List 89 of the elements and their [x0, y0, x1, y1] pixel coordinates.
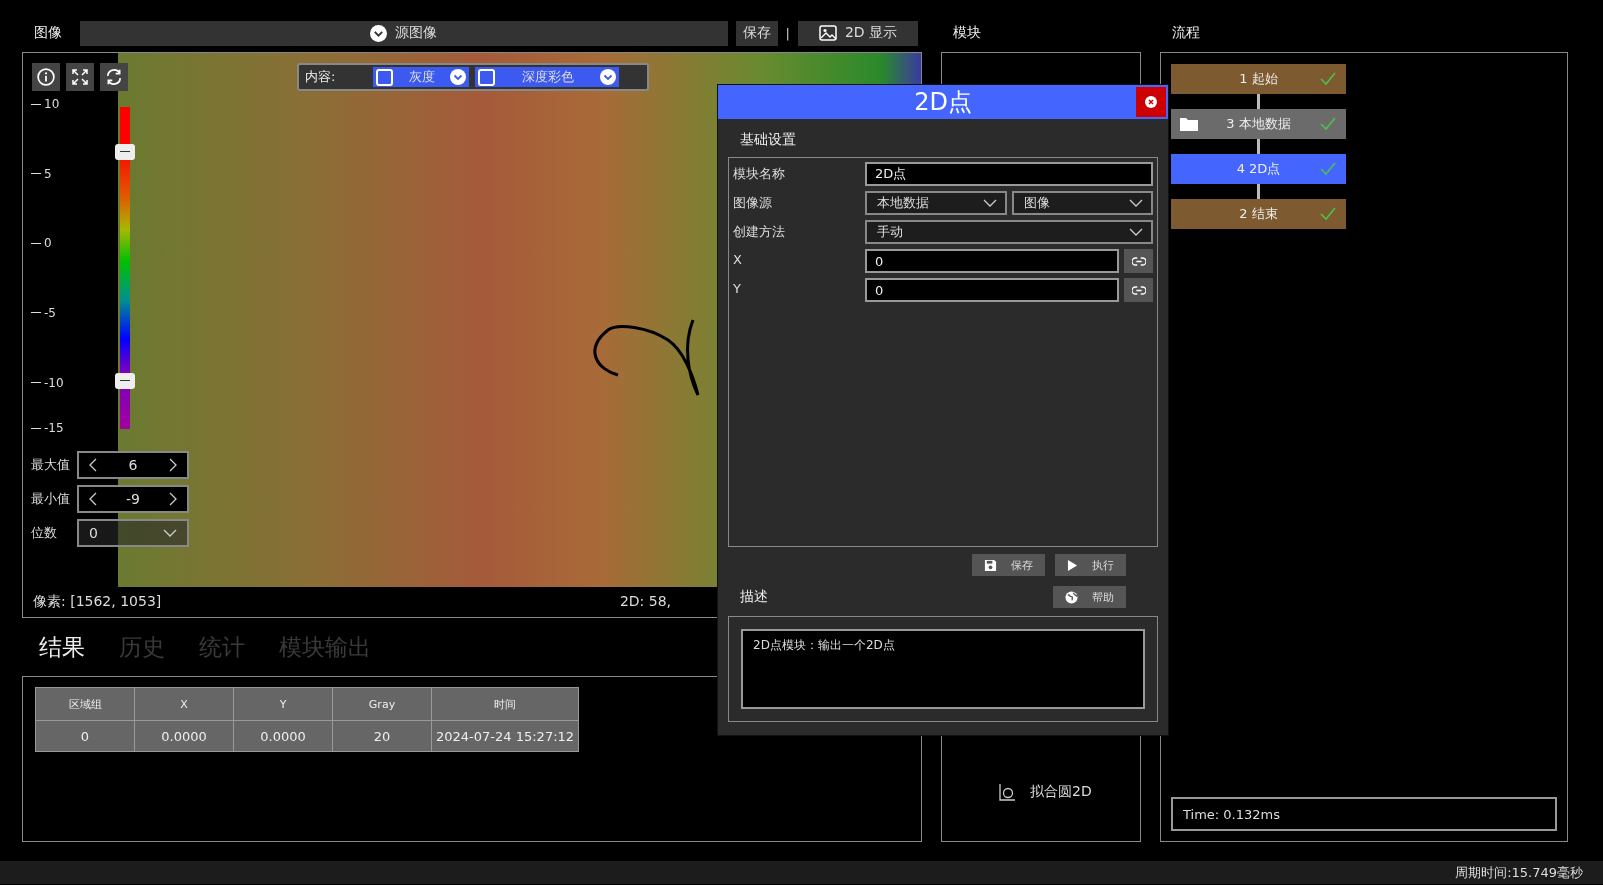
chevron-down-icon	[982, 199, 997, 207]
refresh-icon[interactable]	[100, 63, 128, 91]
input-field[interactable]: 0	[865, 249, 1119, 273]
source-dropdown[interactable]: 源图像	[80, 20, 728, 46]
point-coordinates: 2D: 58,	[619, 593, 671, 611]
modules-title: 模块	[952, 24, 982, 42]
scale-tick-label: 0	[31, 236, 52, 251]
chevron-down-icon	[450, 69, 466, 85]
chevron-left-icon[interactable]	[89, 458, 97, 472]
field-label: 创建方法	[733, 223, 786, 241]
close-button[interactable]	[1136, 87, 1166, 117]
time-display: Time: 0.132ms	[1171, 797, 1557, 831]
circle-fit-icon	[998, 783, 1016, 801]
chevron-down-icon	[163, 529, 177, 537]
range-label: 最小值	[31, 490, 71, 508]
link-icon	[1131, 285, 1146, 295]
image-label: 图像	[33, 24, 63, 42]
range-label: 最大值	[31, 456, 71, 474]
number-spinner[interactable]: 6	[77, 451, 189, 479]
dropdown[interactable]: 手动	[865, 220, 1153, 244]
field-label: 图像源	[733, 194, 773, 212]
table-cell: 0.0000	[233, 720, 333, 752]
globe-icon	[1065, 590, 1078, 604]
save-button[interactable]: 保存	[735, 20, 778, 46]
help-button[interactable]: 帮助	[1053, 586, 1126, 608]
chevron-left-icon[interactable]	[89, 492, 97, 506]
close-icon	[1145, 96, 1157, 108]
column-header: Y	[233, 687, 333, 721]
separator-text: |	[785, 25, 790, 41]
display-2d-button[interactable]: 2D 显示	[798, 20, 918, 46]
content-label: 内容:	[305, 68, 337, 86]
field-label: X	[733, 251, 743, 267]
input-field[interactable]: 0	[865, 278, 1119, 302]
column-header: X	[134, 687, 234, 721]
link-icon	[1131, 256, 1146, 266]
module-item[interactable]: 拟合圆2D	[942, 783, 1140, 801]
chevron-right-icon[interactable]	[169, 492, 177, 506]
checkbox[interactable]	[376, 68, 393, 86]
range-handle[interactable]	[115, 372, 135, 389]
dropdown[interactable]: 图像	[1011, 191, 1153, 215]
fullscreen-icon[interactable]	[66, 63, 94, 91]
flow-title: 流程	[1171, 24, 1201, 42]
section-title: 基础设置	[739, 130, 797, 149]
digits-label: 位数	[31, 524, 58, 542]
scale-tick-label: -5	[31, 305, 56, 320]
chevron-down-icon	[370, 24, 388, 42]
table-cell: 0	[35, 720, 135, 752]
scale-tick-label: -10	[31, 375, 64, 390]
scale-tick-label: 5	[31, 166, 52, 181]
display-option[interactable]: 灰度	[373, 67, 469, 87]
cycle-time-text: 周期时间:15.749毫秒	[1455, 863, 1583, 882]
scale-tick-label: 10	[31, 97, 60, 111]
link-button[interactable]	[1124, 278, 1153, 302]
dialog-title: 2D点	[914, 87, 972, 118]
field-label: Y	[733, 280, 742, 296]
chevron-down-icon	[1129, 199, 1143, 207]
flow-node[interactable]: 3 本地数据	[1171, 109, 1346, 139]
flow-node[interactable]: 2 结束	[1171, 199, 1346, 229]
column-header: 区域组	[35, 687, 135, 721]
play-icon	[1067, 558, 1078, 572]
pixel-coordinates: 像素: [1562, 1053]	[33, 593, 162, 611]
save-button[interactable]: 保存	[972, 554, 1045, 576]
chevron-right-icon[interactable]	[169, 458, 177, 472]
chevron-down-icon	[1129, 228, 1143, 236]
result-tab[interactable]: 结果	[39, 631, 85, 663]
flow-node[interactable]: 1 起始	[1171, 64, 1346, 94]
input-field[interactable]: 2D点	[865, 162, 1153, 186]
checkbox[interactable]	[478, 68, 495, 86]
field-label: 模块名称	[733, 165, 786, 183]
run-button[interactable]: 执行	[1055, 554, 1126, 576]
dropdown[interactable]: 本地数据	[865, 191, 1007, 215]
description-title: 描述	[740, 588, 768, 606]
range-handle[interactable]	[115, 144, 135, 161]
table-cell: 2024-07-24 15:27:12	[431, 720, 579, 752]
info-icon[interactable]	[32, 63, 60, 91]
column-header: Gray	[332, 687, 432, 721]
flow-node[interactable]: 4 2D点	[1171, 154, 1346, 184]
number-spinner[interactable]: -9	[77, 485, 189, 513]
description-text: 2D点模块：输出一个2D点	[741, 629, 1145, 709]
table-cell: 0.0000	[134, 720, 234, 752]
link-button[interactable]	[1124, 249, 1153, 273]
folder-icon	[1179, 116, 1199, 132]
digits-dropdown[interactable]: 0	[77, 519, 189, 547]
column-header: 时间	[431, 687, 579, 721]
display-option[interactable]: 深度彩色	[475, 67, 619, 87]
image-icon	[818, 25, 837, 41]
scale-tick-label: -15	[31, 421, 64, 435]
table-cell: 20	[332, 720, 432, 752]
chevron-down-icon	[600, 69, 616, 85]
